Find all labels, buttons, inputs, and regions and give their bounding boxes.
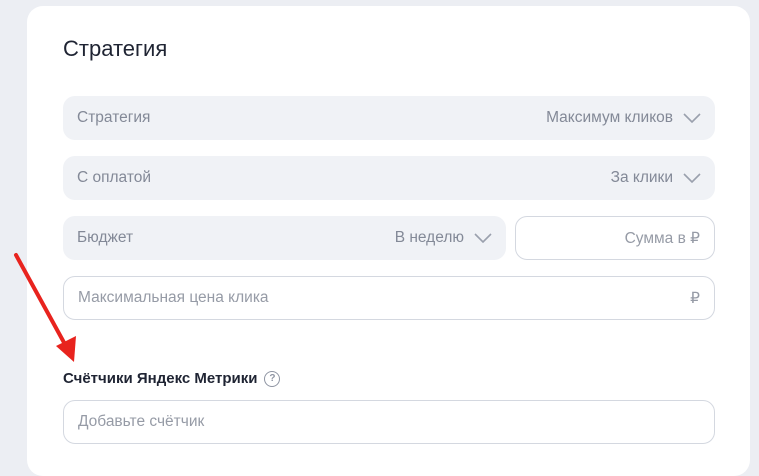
metrika-section-label: Счётчики Яндекс Метрики ? <box>63 370 281 387</box>
strategy-select[interactable]: Стратегия Максимум кликов <box>63 96 715 140</box>
budget-period-select[interactable]: Бюджет В неделю <box>63 216 506 260</box>
metrika-counter-placeholder: Добавьте счётчик <box>78 413 205 430</box>
help-icon[interactable]: ? <box>264 370 281 387</box>
payment-label: С оплатой <box>77 169 152 186</box>
chevron-down-icon <box>683 113 701 123</box>
chevron-down-icon <box>474 233 492 243</box>
budget-period-value: В неделю <box>394 229 464 246</box>
strategy-label: Стратегия <box>77 109 151 126</box>
chevron-down-icon <box>683 173 701 183</box>
section-title: Стратегия <box>63 36 168 61</box>
max-click-price-placeholder: Максимальная цена клика <box>78 289 269 306</box>
budget-amount-input[interactable]: Сумма в ₽ <box>515 216 715 260</box>
budget-amount-placeholder: Сумма в ₽ <box>624 229 700 247</box>
currency-symbol: ₽ <box>690 289 700 307</box>
payment-select[interactable]: С оплатой За клики <box>63 156 715 200</box>
strategy-value: Максимум кликов <box>546 109 673 126</box>
metrika-counter-input[interactable]: Добавьте счётчик <box>63 400 715 444</box>
max-click-price-input[interactable]: Максимальная цена клика ₽ <box>63 276 715 320</box>
annotation-arrow <box>14 253 76 362</box>
payment-value: За клики <box>610 169 673 186</box>
metrika-label: Счётчики Яндекс Метрики <box>63 370 258 387</box>
budget-label: Бюджет <box>77 229 134 246</box>
